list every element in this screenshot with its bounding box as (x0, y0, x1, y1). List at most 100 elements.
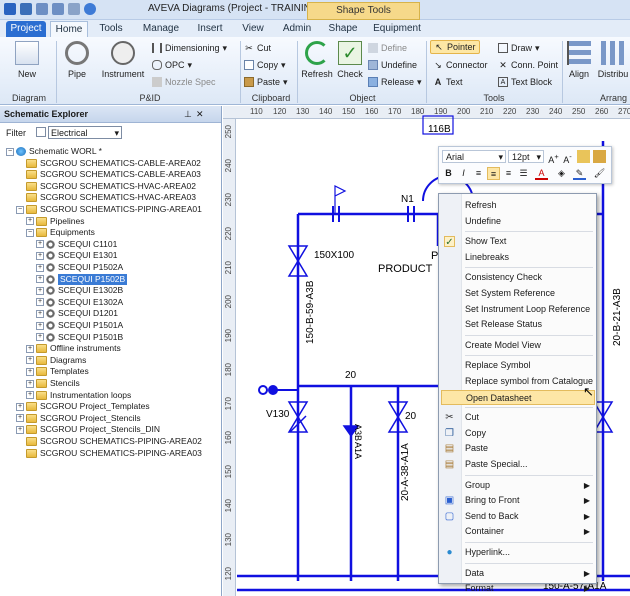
expand-icon[interactable]: + (36, 321, 44, 330)
tree-item[interactable]: + SCGROU Project_Stencils_DIN (16, 424, 160, 435)
tree-item[interactable]: + Instrumentation loops (26, 390, 131, 401)
menu-item-format[interactable]: Format ▶ (439, 581, 596, 596)
pointer-button[interactable]: ↖ Pointer (430, 40, 480, 54)
tree-item[interactable]: + SCGROU Project_Templates (16, 401, 150, 412)
expand-icon[interactable]: + (36, 275, 44, 284)
redo-icon[interactable] (52, 3, 64, 15)
menu-item-paste-special[interactable]: ▤ Paste Special... (439, 457, 596, 472)
tab-view[interactable]: View (238, 21, 268, 37)
menu-item-paste[interactable]: ▤ Paste (439, 441, 596, 456)
expand-icon[interactable]: + (36, 263, 44, 272)
grow-font-icon[interactable]: A+ (547, 150, 560, 165)
expand-icon[interactable]: + (16, 425, 24, 434)
app-icon[interactable] (4, 3, 16, 15)
bullets-icon[interactable]: ☰ (517, 167, 530, 180)
undefine-button[interactable]: Undefine (368, 58, 417, 72)
menu-item-group[interactable]: Group ▶ (439, 478, 596, 493)
expand-icon[interactable]: + (26, 356, 34, 365)
copy-format-icon[interactable] (577, 150, 590, 163)
paste-format-icon[interactable] (593, 150, 606, 163)
tab-equipment[interactable]: Equipment (372, 21, 422, 37)
nozzle-spec-button[interactable]: Nozzle Spec (152, 75, 216, 89)
menu-item-container[interactable]: Container ▶ (439, 524, 596, 539)
tree-item[interactable]: SCGROU SCHEMATICS-PIPING-AREA02 (16, 436, 202, 447)
bold-icon[interactable]: B (442, 167, 455, 180)
expand-icon[interactable]: + (26, 391, 34, 400)
menu-item-cut[interactable]: ✂ Cut (439, 410, 596, 425)
connector-button[interactable]: ↘ Connector (433, 58, 487, 72)
pipe-button[interactable]: Pipe (64, 41, 90, 79)
expand-icon[interactable]: + (16, 414, 24, 423)
tab-admin[interactable]: Admin (278, 21, 316, 37)
align-button[interactable]: Align (565, 41, 593, 79)
italic-icon[interactable]: I (457, 167, 470, 180)
tab-project[interactable]: Project (6, 21, 46, 37)
tree-item[interactable]: + SCEQUI C1101 (36, 239, 117, 250)
tree-item[interactable]: SCGROU SCHEMATICS-HVAC-AREA02 (16, 181, 196, 192)
tree-item[interactable]: SCGROU SCHEMATICS-HVAC-AREA03 (16, 192, 196, 203)
instrument-button[interactable]: Instrument (98, 41, 148, 79)
align-right-icon[interactable]: ≡ (502, 167, 515, 180)
copy-button[interactable]: Copy ▾ (244, 58, 286, 72)
undo-icon[interactable] (36, 3, 48, 15)
text-button[interactable]: A Text (433, 75, 463, 89)
menu-item-set-release-status[interactable]: Set Release Status (439, 317, 596, 332)
tree-item[interactable]: + SCEQUI D1201 (36, 308, 118, 319)
print-icon[interactable] (68, 3, 80, 15)
paste-button[interactable]: Paste ▾ (244, 75, 288, 89)
align-center-icon[interactable]: ≡ (487, 167, 500, 180)
collapse-icon[interactable]: − (6, 147, 14, 156)
fill-color-icon[interactable]: ◈ (555, 167, 568, 180)
menu-item-replace-symbol-from-catalogue[interactable]: Replace symbol from Catalogue (439, 374, 596, 389)
line-color-icon[interactable]: ✎ (573, 167, 586, 180)
format-painter-icon[interactable]: 🖌 (593, 167, 606, 180)
tree-item[interactable]: + Stencils (26, 378, 80, 389)
menu-item-consistency-check[interactable]: Consistency Check (439, 270, 596, 285)
expand-icon[interactable]: + (16, 402, 24, 411)
tab-insert[interactable]: Insert (192, 21, 228, 37)
close-icon[interactable]: ✕ (196, 106, 204, 123)
expand-icon[interactable]: + (26, 344, 34, 353)
refresh-button[interactable]: Refresh (301, 41, 333, 79)
menu-item-bring-to-front[interactable]: ▣ Bring to Front ▶ (439, 493, 596, 508)
expand-icon[interactable]: + (26, 367, 34, 376)
menu-item-set-instrument-loop-reference[interactable]: Set Instrument Loop Reference (439, 302, 596, 317)
release-button[interactable]: Release ▾ (368, 75, 422, 89)
menu-item-send-to-back[interactable]: ▢ Send to Back ▶ (439, 509, 596, 524)
text-block-button[interactable]: A Text Block (498, 75, 552, 89)
tree-item[interactable]: − SCGROU SCHEMATICS-PIPING-AREA01 (16, 204, 202, 215)
expand-icon[interactable]: + (26, 379, 34, 388)
tree-item[interactable]: + SCEQUI P1501A (36, 320, 123, 331)
help-icon[interactable] (84, 3, 96, 15)
tree-item[interactable]: − Schematic WORL * (6, 146, 102, 157)
menu-item-data[interactable]: Data ▶ (439, 566, 596, 581)
conn-point-button[interactable]: ✕ Conn. Point (498, 58, 558, 72)
font-size-box[interactable]: 12pt ▾ (508, 150, 544, 163)
tab-tools[interactable]: Tools (94, 21, 128, 37)
shrink-font-icon[interactable]: A- (561, 150, 574, 165)
tree-item[interactable]: + Diagrams (26, 355, 86, 366)
expand-icon[interactable]: + (36, 298, 44, 307)
opc-button[interactable]: OPC ▾ (152, 58, 192, 72)
expand-icon[interactable]: + (36, 333, 44, 342)
filter-dropdown[interactable]: Electrical ▾ (48, 126, 122, 139)
collapse-icon[interactable]: − (26, 228, 34, 237)
menu-item-set-system-reference[interactable]: Set System Reference (439, 286, 596, 301)
tree-item[interactable]: + Offline instruments (26, 343, 121, 354)
expand-icon[interactable]: + (36, 240, 44, 249)
tree-item[interactable]: + Pipelines (26, 216, 85, 227)
tree-item[interactable]: + SCEQUI P1502A (36, 262, 123, 273)
menu-item-undefine[interactable]: Undefine (439, 214, 596, 229)
tree-item[interactable]: + SCEQUI E1301 (36, 250, 118, 261)
menu-item-show-text[interactable]: ✓ Show Text (439, 234, 596, 249)
tree-item[interactable]: SCGROU SCHEMATICS-CABLE-AREA03 (16, 169, 201, 180)
expand-icon[interactable]: + (26, 217, 34, 226)
tree-item[interactable]: + Templates (26, 366, 89, 377)
menu-item-open-datasheet[interactable]: Open Datasheet (441, 389, 595, 405)
check-button[interactable]: ✓ Check (336, 41, 364, 79)
align-left-icon[interactable]: ≡ (472, 167, 485, 180)
filter-checkbox[interactable] (36, 127, 46, 137)
font-color-icon[interactable]: A (535, 167, 548, 180)
expand-icon[interactable]: + (36, 286, 44, 295)
tree-item[interactable]: + SCGROU Project_Stencils (16, 413, 141, 424)
